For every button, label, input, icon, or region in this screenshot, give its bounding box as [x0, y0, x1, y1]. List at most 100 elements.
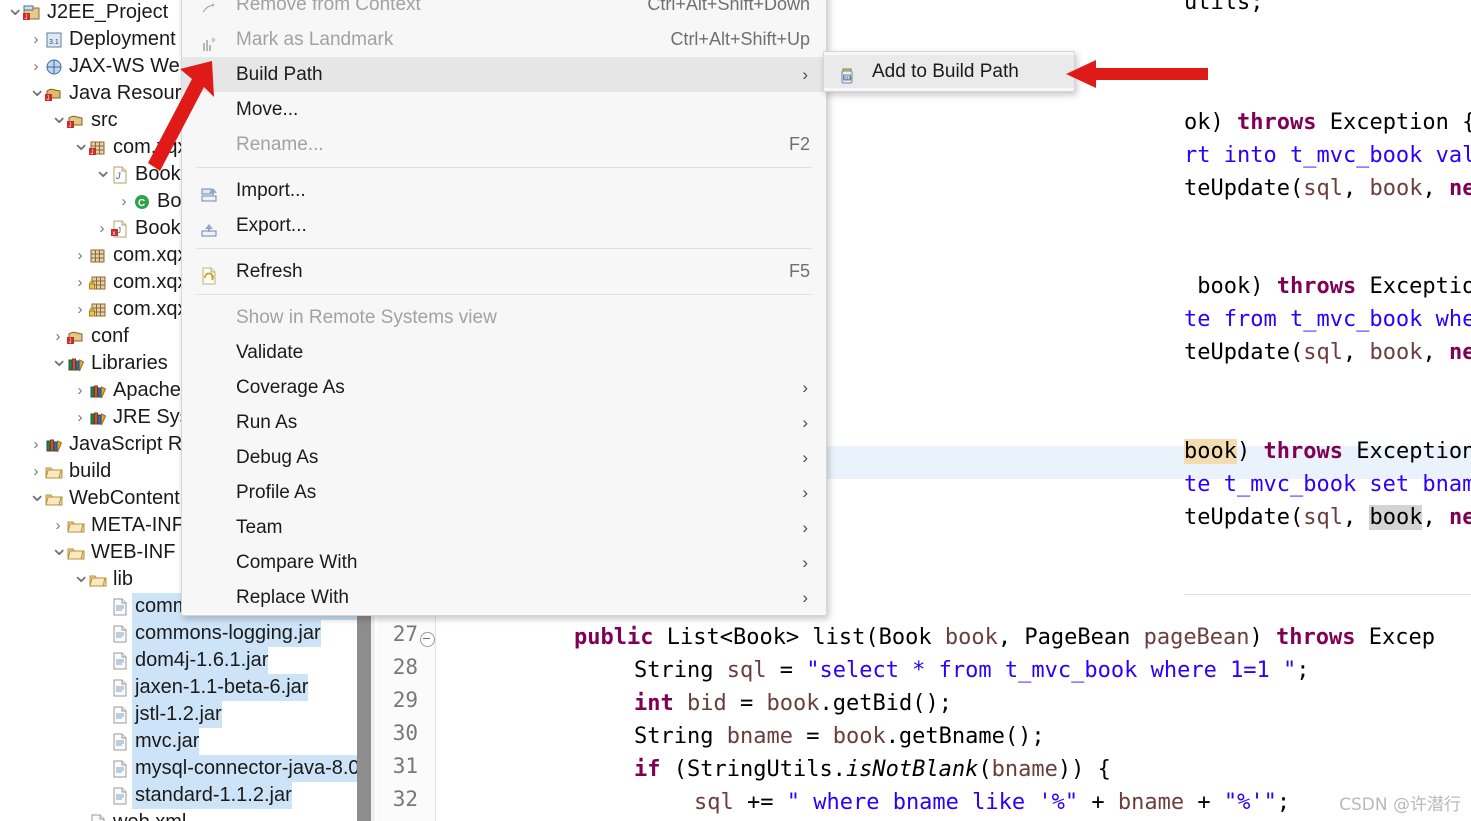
menu-item-label: Rename...	[236, 134, 324, 155]
menu-item-import[interactable]: Import...	[182, 173, 826, 208]
menu-item-replace-with[interactable]: Replace With ›	[182, 580, 826, 615]
chevron-right-icon: ›	[802, 448, 808, 467]
chevron-right-icon[interactable]: ›	[72, 269, 88, 296]
menu-item-coverage-as[interactable]: Coverage As ›	[182, 370, 826, 405]
tree-item[interactable]: ⌄ WebContent	[0, 483, 180, 512]
libraries-icon	[44, 431, 66, 458]
chevron-down-icon[interactable]: ⌄	[28, 483, 46, 505]
context-menu[interactable]: Remove from Context Ctrl+Alt+Shift+Down Ma…	[181, 0, 827, 616]
chevron-down-icon[interactable]: ⌄	[50, 348, 68, 370]
chevron-down-icon[interactable]: ⌄	[72, 132, 90, 154]
chevron-right-icon[interactable]: ›	[28, 26, 44, 53]
tree-item[interactable]: jstl-1.2.jar	[0, 701, 222, 728]
tree-item[interactable]: mysql-connector-java-8.0.	[0, 755, 360, 782]
tree-item[interactable]: mvc.jar	[0, 728, 200, 755]
tree-item[interactable]: xweb.xml	[0, 809, 186, 821]
chevron-right-icon[interactable]: ›	[72, 242, 88, 269]
build-path-submenu[interactable]: 010 Add to Build Path	[823, 51, 1075, 92]
menu-item-show-in-remote-systems-view: Show in Remote Systems view	[182, 300, 826, 335]
tree-item[interactable]: › com.xqx.e	[0, 242, 205, 269]
menu-item-refresh[interactable]: Refresh F5	[182, 254, 826, 289]
code-token: (	[978, 757, 992, 782]
menu-item-validate[interactable]: Validate	[182, 335, 826, 370]
tree-item[interactable]: ⌄ Jsrc	[0, 105, 118, 134]
tree-item-label: mvc.jar	[132, 728, 200, 755]
landmark-icon	[200, 30, 220, 51]
fold-toggle-icon[interactable]	[420, 632, 435, 647]
chevron-down-icon[interactable]: ⌄	[94, 159, 112, 181]
tree-item-label: commons-logging.jar	[132, 620, 321, 647]
code-token: throws	[1276, 625, 1356, 650]
tree-item-label: WebContent	[69, 487, 180, 509]
chevron-right-icon[interactable]: ›	[72, 404, 88, 431]
jar-file-icon	[110, 728, 132, 755]
code-line: String sql = "select * from t_mvc_book w…	[634, 654, 1310, 687]
tree-vertical-scrollbar[interactable]	[357, 588, 375, 821]
svg-text:J: J	[115, 171, 121, 181]
package-lock-icon	[88, 269, 110, 296]
tree-item[interactable]: ⌄ Libraries	[0, 348, 168, 377]
svg-text:3.1: 3.1	[49, 39, 59, 46]
tree-item[interactable]: › Jx BookDa	[0, 215, 207, 242]
tree-item[interactable]: › JRE Syste	[0, 404, 207, 431]
menu-item-build-path[interactable]: Build Path ›	[182, 57, 826, 92]
code-token: ;	[1296, 658, 1310, 683]
tree-item-label: WEB-INF	[91, 541, 176, 563]
libraries-icon	[88, 404, 110, 431]
tree-item[interactable]: dom4j-1.6.1.jar	[0, 647, 269, 674]
menu-item-run-as[interactable]: Run As ›	[182, 405, 826, 440]
tree-item-label: J2EE_Project	[47, 1, 169, 23]
tree-item[interactable]: › META-INF	[0, 512, 184, 539]
menu-item-export[interactable]: Export...	[182, 208, 826, 243]
chevron-right-icon: ›	[802, 483, 808, 502]
menu-item-debug-as[interactable]: Debug As ›	[182, 440, 826, 475]
code-fragment-top: utils;	[1184, 0, 1264, 15]
tree-item-label: build	[69, 460, 112, 482]
chevron-down-icon[interactable]: ⌄	[28, 78, 46, 100]
chevron-down-icon[interactable]: ⌄	[6, 0, 24, 19]
tree-item-label: web.xml	[110, 809, 186, 821]
tree-item[interactable]: › com.xqx.u	[0, 296, 205, 323]
code-line: public List<Book> list(Book book, PageBe…	[574, 621, 1435, 654]
chevron-right-icon: ›	[802, 518, 808, 537]
jaxws-icon	[44, 53, 66, 80]
chevron-right-icon[interactable]: ›	[72, 377, 88, 404]
svg-text:x: x	[113, 231, 116, 237]
tree-item[interactable]: › Apache T	[0, 377, 199, 404]
submenu-item-add-to-build-path[interactable]: 010 Add to Build Path	[824, 55, 1074, 88]
code-line: int bid = book.getBid();	[634, 687, 952, 720]
tree-item[interactable]: › 3.1 Deployment D	[0, 26, 196, 53]
menu-item-remove-from-context: Remove from Context Ctrl+Alt+Shift+Down	[182, 0, 826, 22]
chevron-down-icon[interactable]: ⌄	[72, 564, 90, 586]
code-token: pageBean	[1143, 625, 1250, 650]
tree-item[interactable]: › build	[0, 458, 112, 485]
code-token: ,	[1422, 340, 1449, 365]
chevron-right-icon[interactable]: ›	[94, 215, 110, 242]
menu-item-profile-as[interactable]: Profile As ›	[182, 475, 826, 510]
tree-item[interactable]: jaxen-1.1-beta-6.jar	[0, 674, 309, 701]
chevron-right-icon[interactable]: ›	[28, 431, 44, 458]
chevron-right-icon[interactable]: ›	[72, 296, 88, 323]
chevron-down-icon[interactable]: ⌄	[50, 537, 68, 559]
scrollbar-thumb[interactable]	[357, 588, 371, 821]
tree-item[interactable]: ⌄ J Java Resource	[0, 78, 202, 107]
menu-item-move[interactable]: Move...	[182, 92, 826, 127]
tree-item[interactable]: ⌄ lib	[0, 564, 133, 593]
tree-item[interactable]: › C Book	[0, 188, 203, 215]
tree-item[interactable]: › JavaScript Res	[0, 431, 204, 458]
tree-item[interactable]: commons-logging.jar	[0, 620, 321, 647]
chevron-down-icon[interactable]: ⌄	[50, 105, 68, 127]
code-line: book) throws Exception {	[1184, 435, 1471, 468]
tree-item[interactable]: ⌄ J J2EE_Project	[0, 0, 168, 26]
chevron-right-icon[interactable]: ›	[116, 188, 132, 215]
tree-item[interactable]: standard-1.1.2.jar	[0, 782, 292, 809]
tree-item[interactable]: ⌄ J BookDa	[0, 159, 206, 188]
code-token: +=	[733, 790, 787, 815]
menu-item-compare-with[interactable]: Compare With ›	[182, 545, 826, 580]
code-token: int	[634, 691, 674, 716]
tree-item[interactable]: › com.xqx.t	[0, 269, 199, 296]
menu-item-team[interactable]: Team ›	[182, 510, 826, 545]
